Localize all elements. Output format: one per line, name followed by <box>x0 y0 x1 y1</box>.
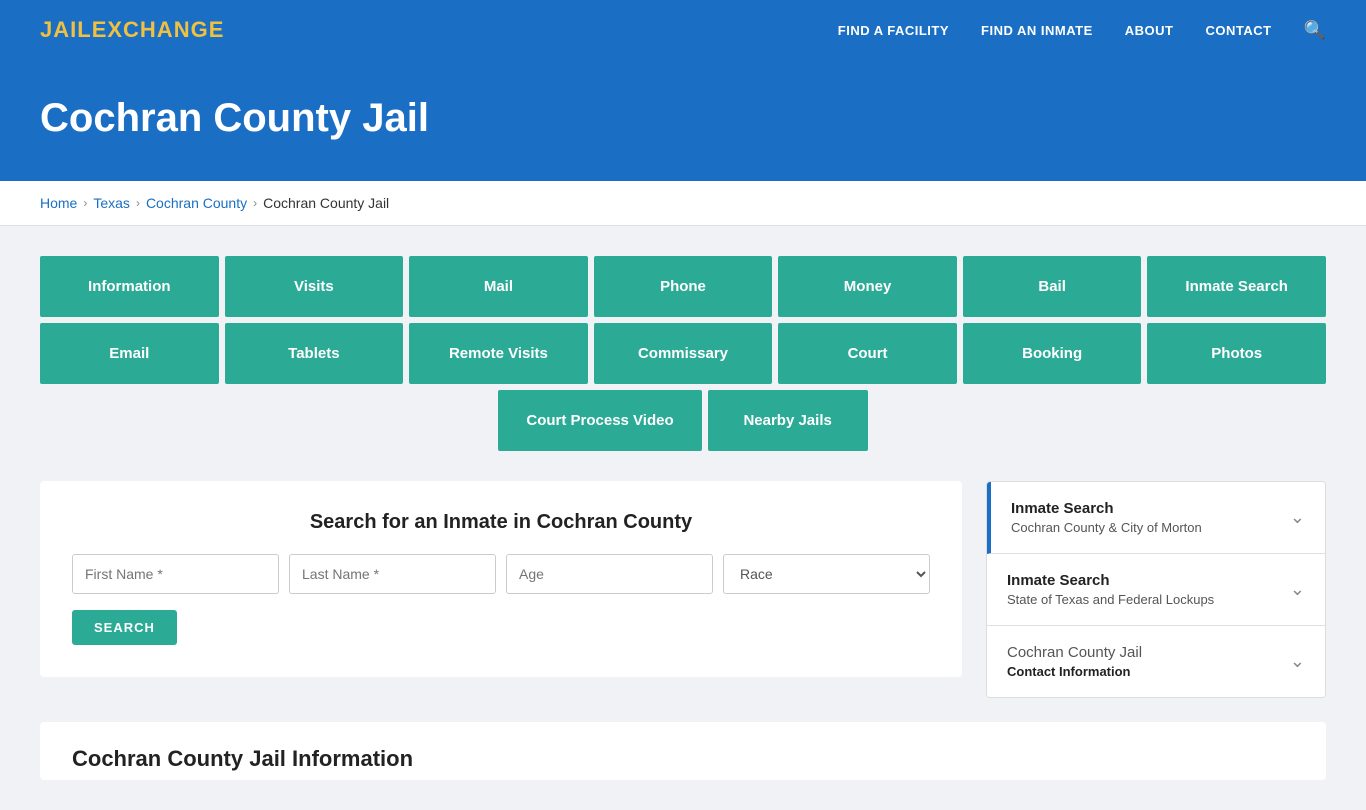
btn-phone[interactable]: Phone <box>594 256 773 317</box>
age-input[interactable] <box>506 554 713 594</box>
breadcrumb: Home › Texas › Cochran County › Cochran … <box>40 195 1326 211</box>
panel-title-3: Cochran County Jail <box>1007 644 1142 661</box>
panel-title-1: Inmate Search <box>1011 500 1202 517</box>
btn-money[interactable]: Money <box>778 256 957 317</box>
btn-nearby-jails[interactable]: Nearby Jails <box>708 390 868 451</box>
btn-photos[interactable]: Photos <box>1147 323 1326 384</box>
panel-inmate-search-cochran[interactable]: Inmate Search Cochran County & City of M… <box>987 482 1325 554</box>
panel-title-2: Inmate Search <box>1007 572 1214 589</box>
panel-text-3: Cochran County Jail Contact Information <box>1007 644 1142 679</box>
nav-about[interactable]: ABOUT <box>1125 23 1174 38</box>
btn-court-process-video[interactable]: Court Process Video <box>498 390 701 451</box>
btn-bail[interactable]: Bail <box>963 256 1142 317</box>
inmate-search-box: Search for an Inmate in Cochran County R… <box>40 481 962 677</box>
nav-find-facility[interactable]: FIND A FACILITY <box>838 23 949 38</box>
btn-email[interactable]: Email <box>40 323 219 384</box>
panel-contact-info[interactable]: Cochran County Jail Contact Information … <box>987 626 1325 697</box>
btn-court[interactable]: Court <box>778 323 957 384</box>
logo-jail: JAIL <box>40 17 92 42</box>
btn-inmate-search[interactable]: Inmate Search <box>1147 256 1326 317</box>
nav-contact[interactable]: CONTACT <box>1205 23 1271 38</box>
chevron-down-icon-3: ⌄ <box>1290 651 1305 672</box>
hero-banner: Cochran County Jail <box>0 60 1366 181</box>
breadcrumb-sep-2: › <box>136 196 140 210</box>
race-select[interactable]: Race White Black Hispanic Asian Other <box>723 554 930 594</box>
breadcrumb-county[interactable]: Cochran County <box>146 195 247 211</box>
section-heading-title: Cochran County Jail Information <box>72 746 1294 772</box>
first-name-input[interactable] <box>72 554 279 594</box>
logo-exchange: EXCHANGE <box>92 17 225 42</box>
panel-text-1: Inmate Search Cochran County & City of M… <box>1011 500 1202 535</box>
sidebar-panels: Inmate Search Cochran County & City of M… <box>986 481 1326 698</box>
panel-sub-3: Contact Information <box>1007 664 1142 679</box>
breadcrumb-home[interactable]: Home <box>40 195 77 211</box>
last-name-input[interactable] <box>289 554 496 594</box>
main-content: Information Visits Mail Phone Money Bail… <box>0 226 1366 810</box>
search-icon[interactable]: 🔍 <box>1304 20 1326 41</box>
breadcrumb-texas[interactable]: Texas <box>93 195 130 211</box>
breadcrumb-current: Cochran County Jail <box>263 195 389 211</box>
nav-links: FIND A FACILITY FIND AN INMATE ABOUT CON… <box>838 20 1326 41</box>
btn-tablets[interactable]: Tablets <box>225 323 404 384</box>
panel-inmate-search-texas[interactable]: Inmate Search State of Texas and Federal… <box>987 554 1325 626</box>
btn-booking[interactable]: Booking <box>963 323 1142 384</box>
btn-commissary[interactable]: Commissary <box>594 323 773 384</box>
button-grid-row3: Court Process Video Nearby Jails <box>40 390 1326 451</box>
bottom-section: Cochran County Jail Information <box>40 722 1326 780</box>
breadcrumb-sep-3: › <box>253 196 257 210</box>
breadcrumb-bar: Home › Texas › Cochran County › Cochran … <box>0 181 1366 226</box>
button-grid-row2: Email Tablets Remote Visits Commissary C… <box>40 323 1326 384</box>
navbar: JAILEXCHANGE FIND A FACILITY FIND AN INM… <box>0 0 1366 60</box>
button-grid-row1: Information Visits Mail Phone Money Bail… <box>40 256 1326 317</box>
btn-visits[interactable]: Visits <box>225 256 404 317</box>
site-logo[interactable]: JAILEXCHANGE <box>40 17 224 43</box>
search-button[interactable]: SEARCH <box>72 610 177 645</box>
search-title: Search for an Inmate in Cochran County <box>72 511 930 534</box>
panel-sub-2: State of Texas and Federal Lockups <box>1007 592 1214 607</box>
chevron-down-icon-2: ⌄ <box>1290 579 1305 600</box>
lower-section: Search for an Inmate in Cochran County R… <box>40 481 1326 698</box>
breadcrumb-sep-1: › <box>83 196 87 210</box>
page-title: Cochran County Jail <box>40 96 1326 141</box>
panel-sub-1: Cochran County & City of Morton <box>1011 520 1202 535</box>
btn-mail[interactable]: Mail <box>409 256 588 317</box>
panel-text-2: Inmate Search State of Texas and Federal… <box>1007 572 1214 607</box>
btn-information[interactable]: Information <box>40 256 219 317</box>
search-fields: Race White Black Hispanic Asian Other <box>72 554 930 594</box>
nav-find-inmate[interactable]: FIND AN INMATE <box>981 23 1093 38</box>
chevron-down-icon-1: ⌄ <box>1290 507 1305 528</box>
btn-remote-visits[interactable]: Remote Visits <box>409 323 588 384</box>
